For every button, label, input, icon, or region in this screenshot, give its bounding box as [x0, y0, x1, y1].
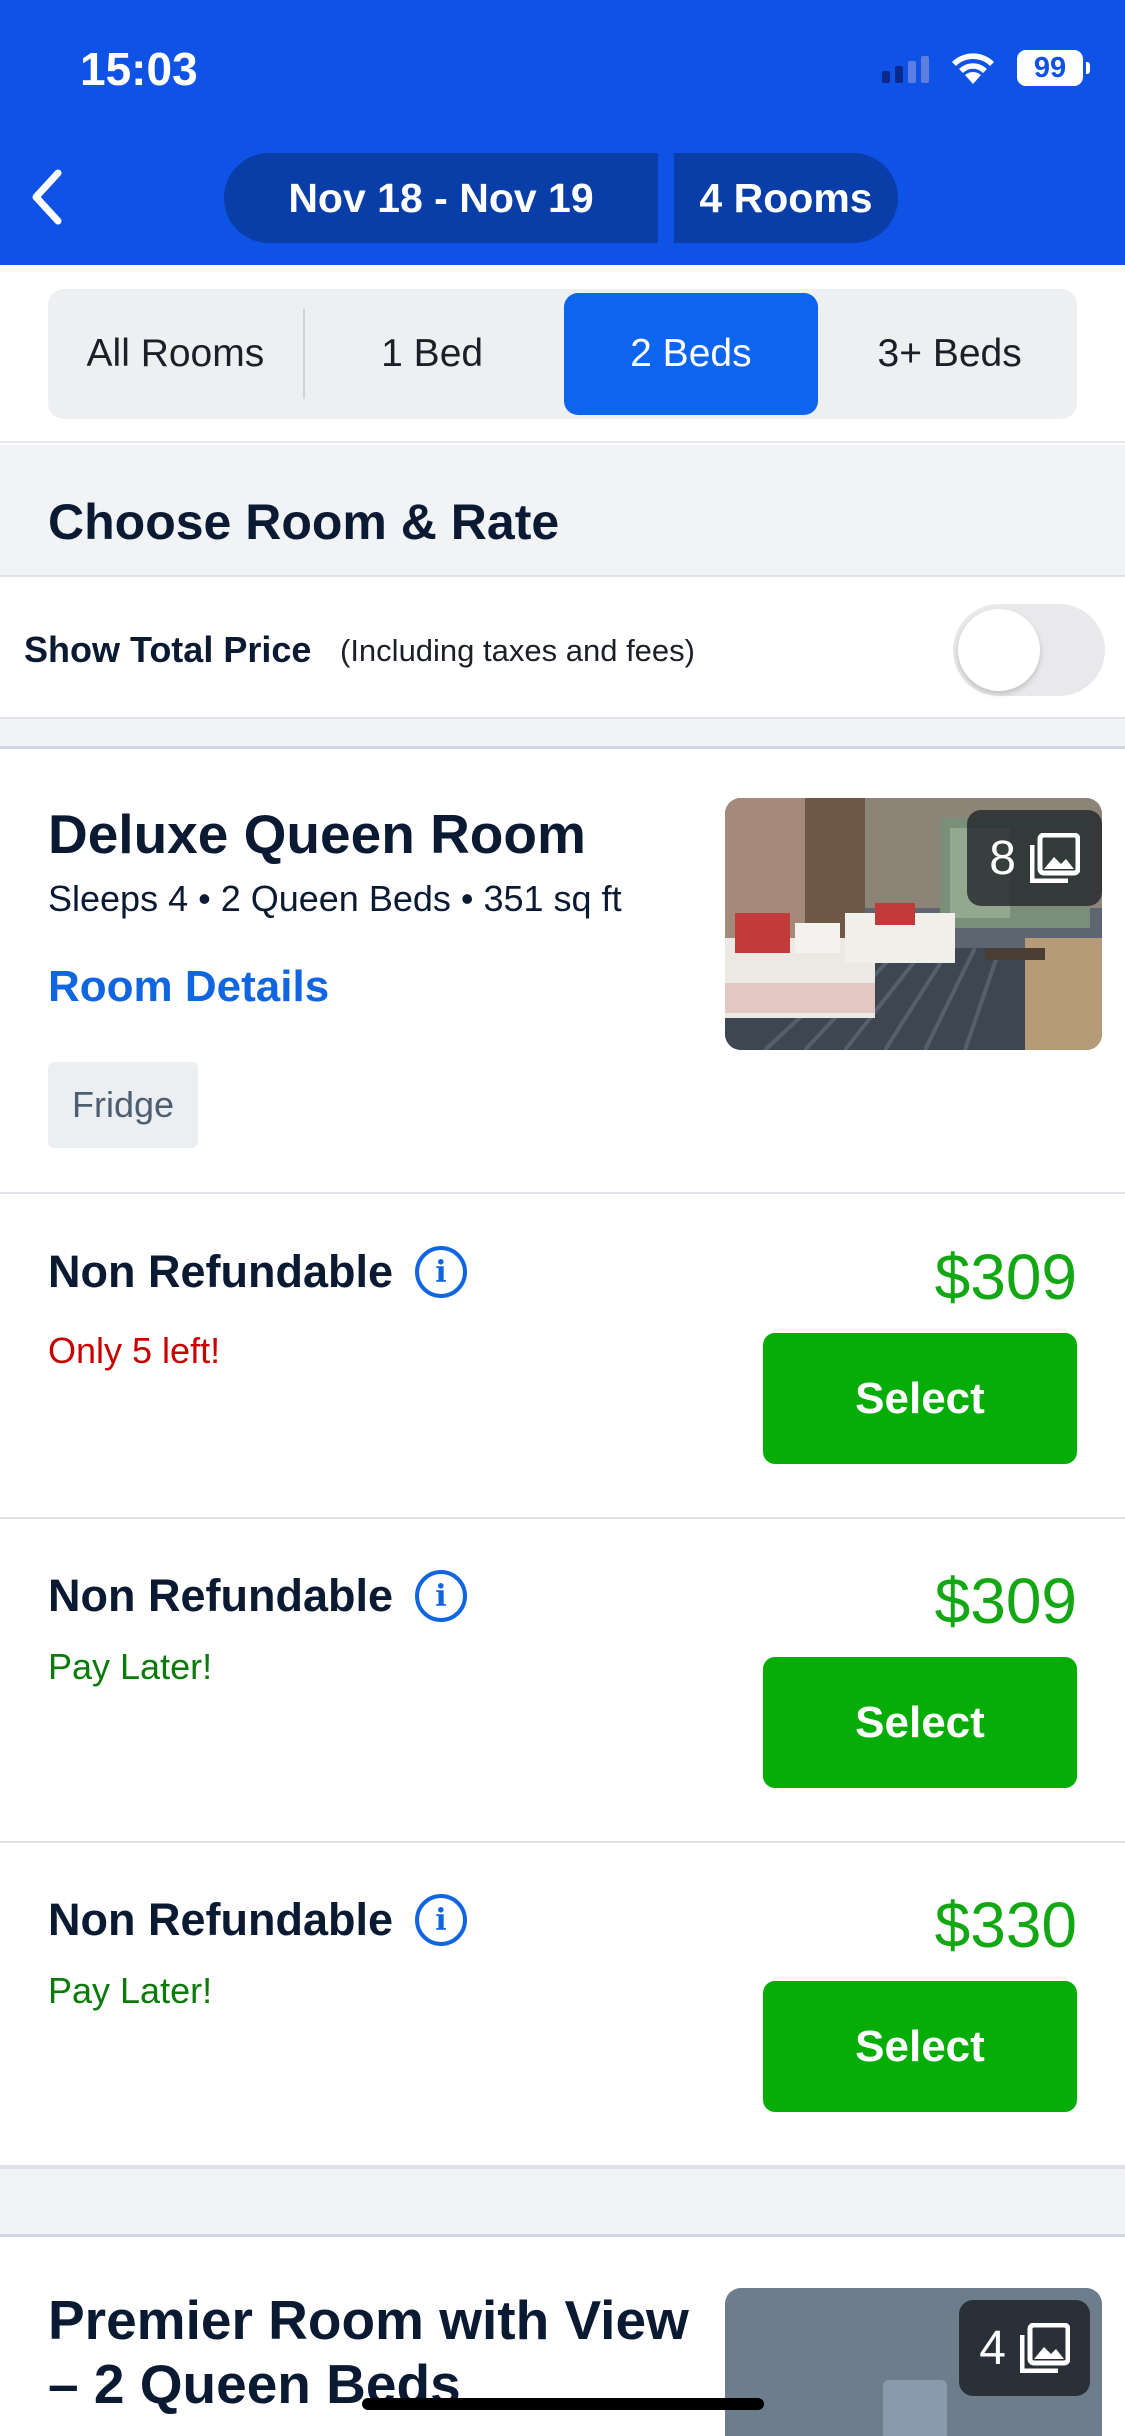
chevron-left-icon — [32, 169, 62, 225]
section-divider — [0, 2167, 1125, 2237]
rooms-pill[interactable]: 4 Rooms — [674, 153, 898, 243]
toggle-knob — [958, 609, 1040, 691]
select-button[interactable]: Select — [763, 1981, 1077, 2112]
status-icons: 99 — [882, 50, 1090, 86]
cellular-signal-icon — [882, 53, 929, 83]
rate-price: $309 — [934, 1241, 1077, 1313]
search-summary: Nov 18 - Nov 19 4 Rooms — [224, 153, 898, 243]
rate-payment-note: Pay Later! — [48, 1970, 213, 2011]
rate-title: Non Refundable i — [48, 1246, 467, 1298]
rate-title-text: Non Refundable — [48, 1894, 393, 1945]
rate-title-text: Non Refundable — [48, 1570, 393, 1621]
status-time: 15:03 — [80, 43, 198, 95]
rate-row: Non Refundable i Only 5 left! $309 Selec… — [0, 1196, 1125, 1519]
tab-all-rooms[interactable]: All Rooms — [48, 293, 303, 415]
rate-title: Non Refundable i — [48, 1570, 467, 1622]
section-divider — [0, 719, 1125, 749]
total-price-note: (Including taxes and fees) — [340, 633, 695, 668]
tab-1-bed[interactable]: 1 Bed — [305, 293, 560, 415]
tab-3-plus-beds[interactable]: 3+ Beds — [822, 293, 1077, 415]
rate-price: $330 — [934, 1889, 1077, 1961]
image-placeholder-icon — [883, 2380, 947, 2436]
select-button[interactable]: Select — [763, 1657, 1077, 1788]
section-header: Choose Room & Rate — [0, 445, 1125, 577]
bed-filter-bar: All Rooms 1 Bed 2 Beds 3+ Beds — [0, 265, 1125, 443]
room-photo[interactable]: 8 — [725, 798, 1102, 1050]
photo-count: 8 — [989, 831, 1016, 885]
tab-2-beds[interactable]: 2 Beds — [563, 293, 819, 415]
rate-availability-note: Only 5 left! — [48, 1330, 221, 1371]
select-button[interactable]: Select — [763, 1333, 1077, 1464]
gallery-icon — [1030, 833, 1080, 883]
total-price-row: Show Total Price (Including taxes and fe… — [0, 577, 1125, 719]
rate-row: Non Refundable i Pay Later! $330 Select — [0, 1844, 1125, 2167]
info-icon[interactable]: i — [415, 1570, 467, 1622]
info-icon[interactable]: i — [415, 1894, 467, 1946]
amenity-badge: Fridge — [48, 1062, 199, 1148]
dates-pill[interactable]: Nov 18 - Nov 19 — [224, 153, 658, 243]
room-name: Premier Room with View – 2 Queen Beds — [48, 2289, 689, 2415]
rate-row: Non Refundable i Pay Later! $309 Select — [0, 1520, 1125, 1843]
photo-count: 4 — [979, 2321, 1006, 2375]
back-button[interactable] — [22, 165, 70, 229]
gallery-icon — [1020, 2323, 1070, 2373]
home-indicator[interactable] — [362, 2398, 764, 2410]
section-title: Choose Room & Rate — [48, 494, 560, 550]
rate-price: $309 — [934, 1565, 1077, 1637]
photo-count-badge: 4 — [959, 2300, 1090, 2396]
bed-filter-segmented: All Rooms 1 Bed 2 Beds 3+ Beds — [48, 289, 1077, 419]
wifi-icon — [952, 53, 994, 84]
rate-title: Non Refundable i — [48, 1894, 467, 1946]
room-meta: Sleeps 4 • 2 Queen Beds • 351 sq ft — [48, 878, 622, 919]
info-icon[interactable]: i — [415, 1246, 467, 1298]
room-details-link[interactable]: Room Details — [48, 962, 329, 1012]
room-name: Deluxe Queen Room — [48, 803, 586, 865]
rate-payment-note: Pay Later! — [48, 1646, 213, 1687]
photo-count-badge: 8 — [967, 810, 1102, 906]
total-price-toggle[interactable] — [953, 604, 1105, 696]
room-card: Deluxe Queen Room Sleeps 4 • 2 Queen Bed… — [0, 752, 1125, 1194]
app-header: 15:03 99 Nov 18 - Nov 19 4 Rooms — [0, 0, 1125, 265]
battery-icon: 99 — [1017, 50, 1090, 86]
room-photo[interactable]: 4 — [725, 2288, 1102, 2436]
rate-title-text: Non Refundable — [48, 1246, 393, 1297]
total-price-label: Show Total Price — [24, 629, 312, 670]
